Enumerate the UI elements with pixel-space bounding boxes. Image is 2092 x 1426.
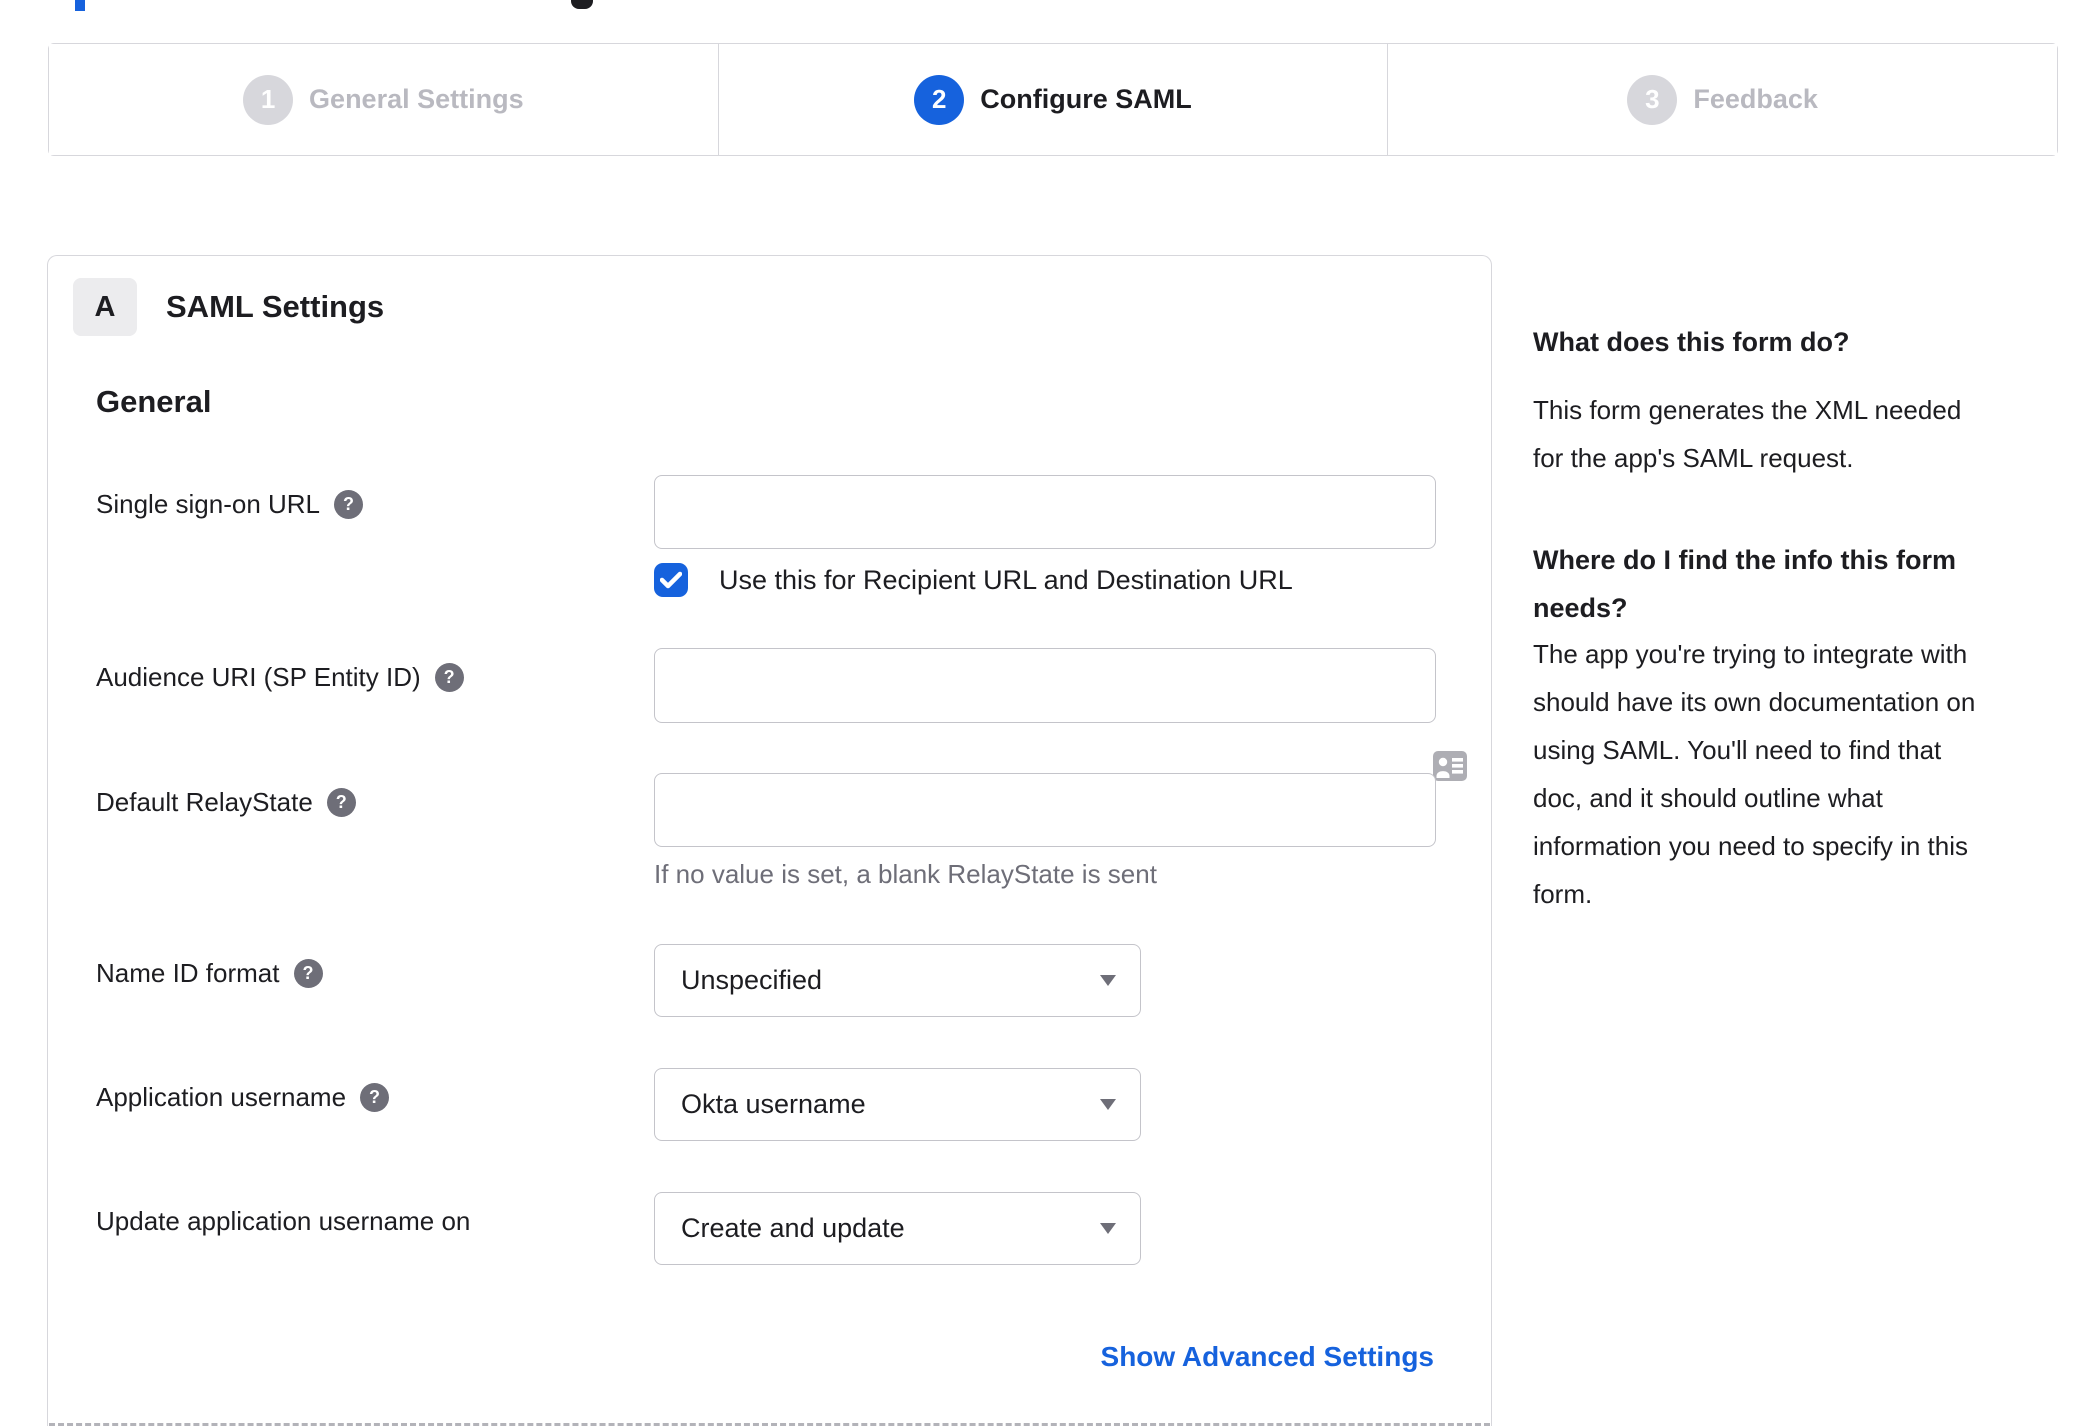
help-icon[interactable]: ? [360, 1083, 390, 1112]
sso-url-label: Single sign-on URL ? [96, 489, 364, 520]
step-number-badge: 3 [1627, 74, 1678, 125]
general-section-heading: General [96, 384, 212, 419]
contact-card-icon [1433, 751, 1467, 781]
step-general-settings[interactable]: 1 General Settings [49, 44, 718, 155]
help-icon[interactable]: ? [434, 663, 464, 692]
help-answer-1: This form generates the XML needed for t… [1533, 395, 1962, 473]
relay-state-input[interactable] [654, 773, 1436, 847]
help-question-2: Where do I find the info this form needs… [1533, 545, 1956, 623]
checkmark-icon [660, 571, 682, 589]
panel-title: SAML Settings [166, 289, 385, 324]
chevron-down-icon [1100, 1099, 1116, 1110]
relay-state-helper-text: If no value is set, a blank RelayState i… [654, 859, 1157, 889]
update-username-on-label: Update application username on [96, 1206, 471, 1236]
help-icon[interactable]: ? [326, 788, 356, 817]
step-label: General Settings [309, 84, 524, 114]
saml-settings-panel: A SAML Settings General Single sign-on U… [47, 255, 1492, 1426]
show-advanced-settings-link[interactable]: Show Advanced Settings [1101, 1341, 1434, 1373]
audience-uri-input[interactable] [654, 648, 1436, 723]
recipient-url-checkbox-label[interactable]: Use this for Recipient URL and Destinati… [719, 563, 1293, 597]
relay-state-label: Default RelayState ? [96, 787, 356, 818]
name-id-format-select[interactable]: Unspecified [654, 944, 1141, 1017]
configure-saml-page: 1 General Settings 2 Configure SAML 3 Fe… [0, 0, 2092, 1426]
page-title-fragment-dark [571, 0, 593, 9]
section-a-badge: A [73, 278, 137, 336]
page-title-fragment-blue [75, 0, 85, 11]
update-username-on-select[interactable]: Create and update [654, 1192, 1141, 1265]
application-username-label: Application username ? [96, 1082, 390, 1113]
step-feedback[interactable]: 3 Feedback [1387, 44, 2058, 155]
chevron-down-icon [1100, 975, 1116, 986]
step-number-badge: 2 [914, 74, 965, 125]
wizard-stepper: 1 General Settings 2 Configure SAML 3 Fe… [48, 43, 2058, 156]
help-icon[interactable]: ? [334, 490, 364, 519]
step-number-badge: 1 [243, 74, 294, 125]
audience-uri-label: Audience URI (SP Entity ID) ? [96, 662, 464, 693]
step-label: Configure SAML [980, 84, 1192, 114]
step-configure-saml[interactable]: 2 Configure SAML [717, 44, 1388, 155]
step-label: Feedback [1693, 84, 1818, 114]
chevron-down-icon [1100, 1223, 1116, 1234]
recipient-url-checkbox[interactable] [654, 563, 688, 597]
help-answer-2: The app you're trying to integrate with … [1533, 639, 1976, 909]
help-question-1: What does this form do? [1533, 327, 1850, 357]
application-username-select[interactable]: Okta username [654, 1068, 1141, 1141]
name-id-format-label: Name ID format ? [96, 958, 323, 989]
sso-url-input[interactable] [654, 475, 1436, 549]
help-icon[interactable]: ? [293, 959, 323, 988]
